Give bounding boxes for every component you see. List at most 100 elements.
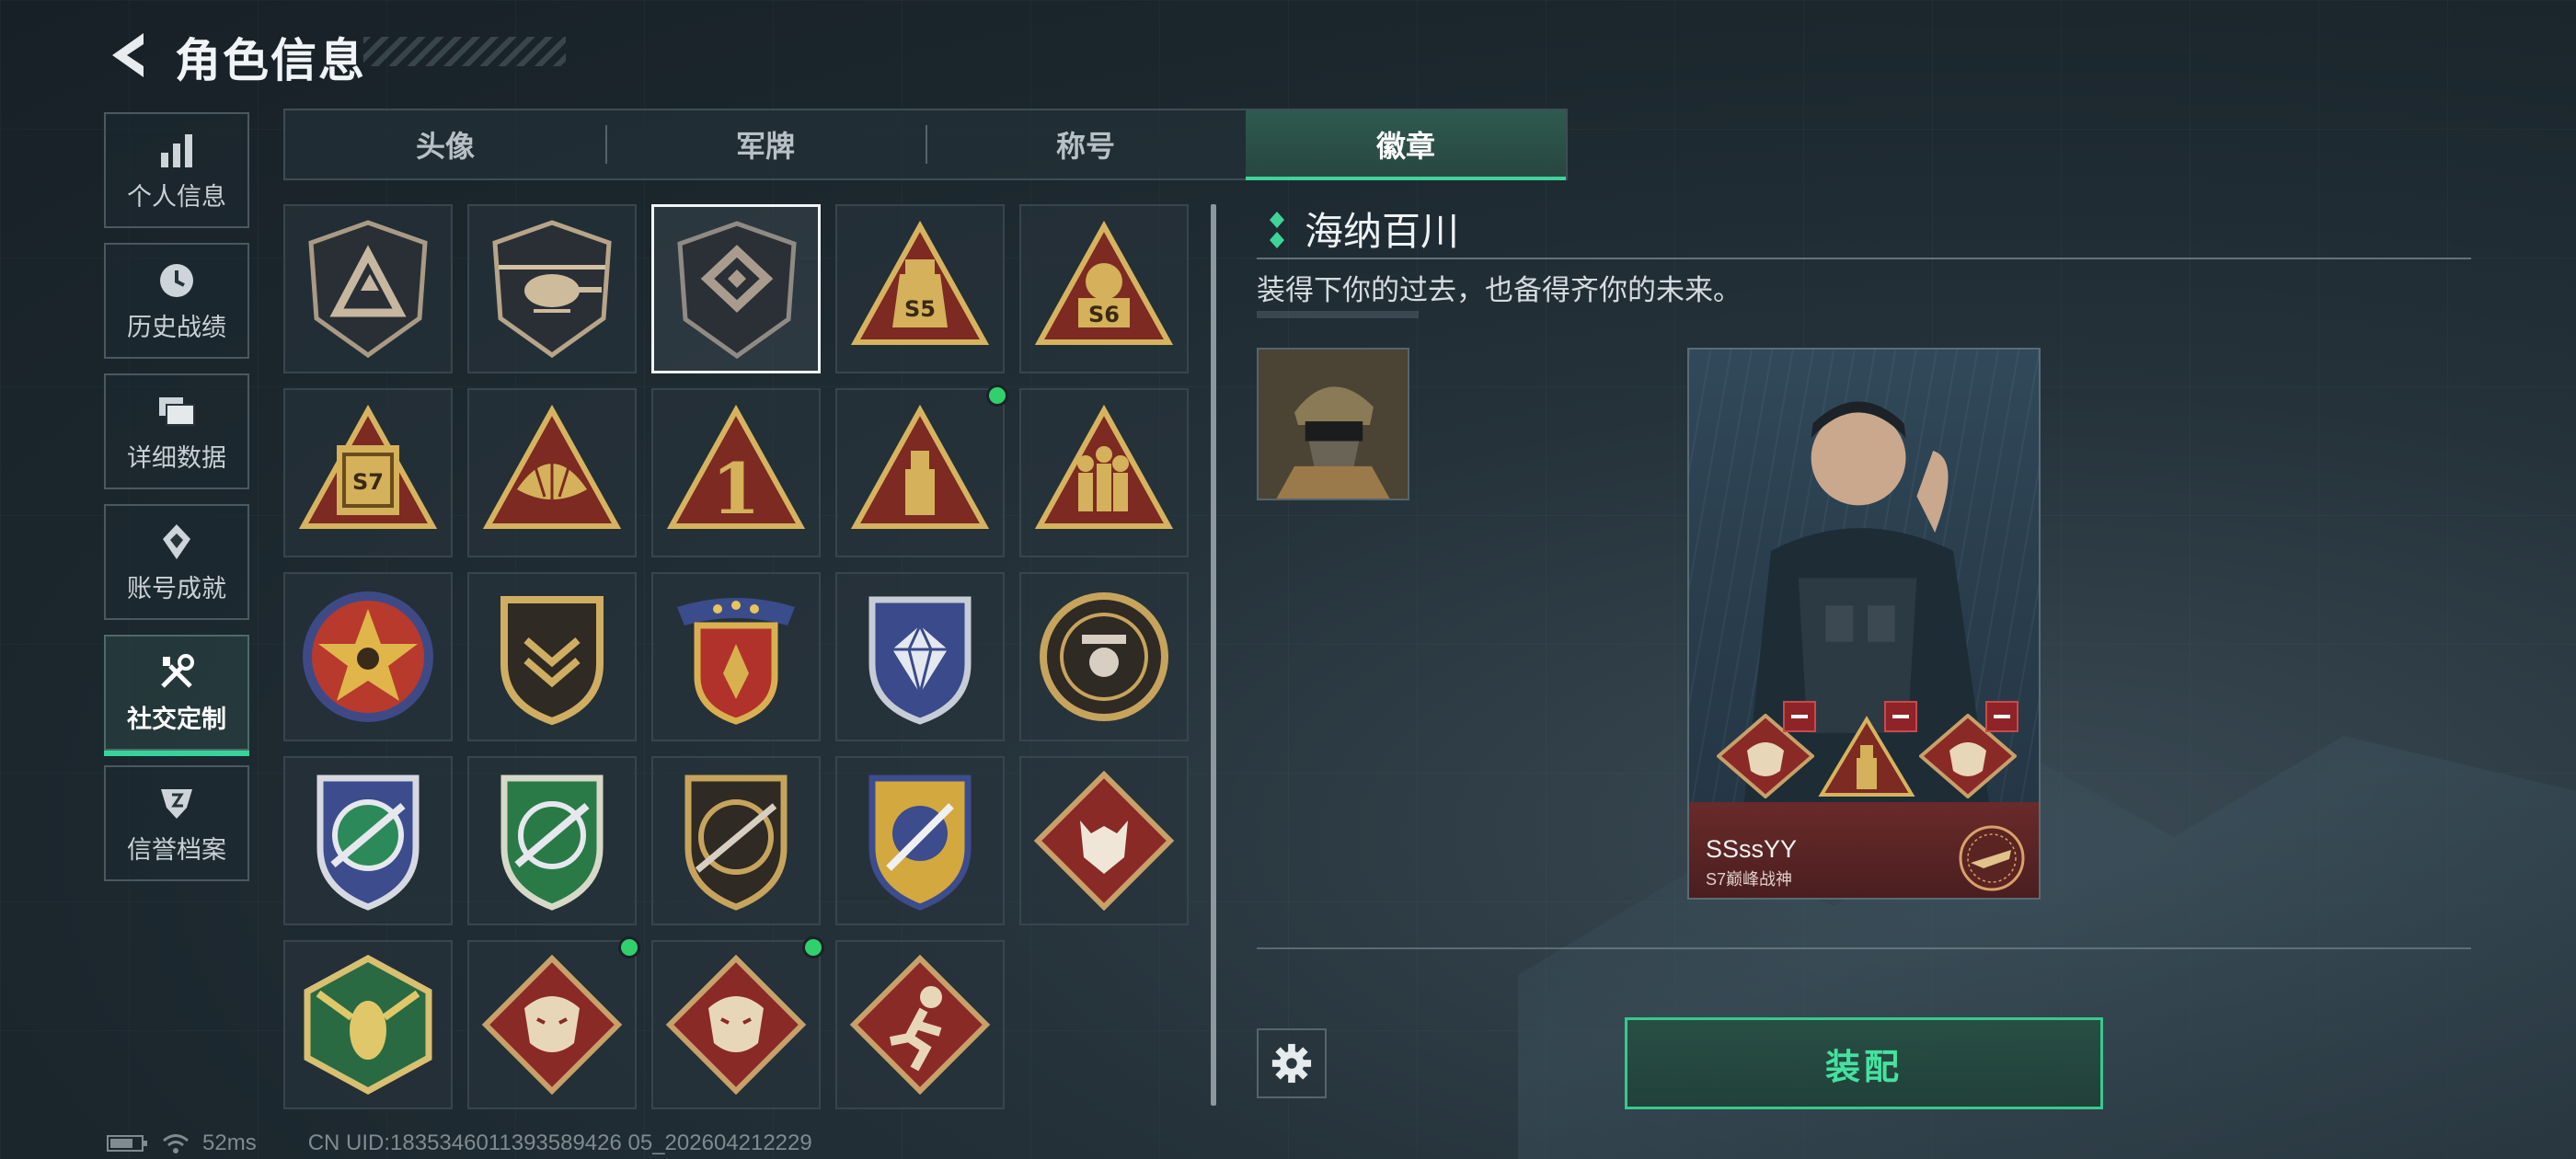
badge-cell[interactable]: S5 — [835, 204, 1005, 373]
status-bar: 52ms CN UID:1835346011393589426 05_20260… — [107, 1130, 812, 1157]
dragon-badge-icon — [665, 954, 807, 1096]
sidebar-item-label: 历史战绩 — [127, 313, 226, 341]
sidebar-item-social[interactable]: 社交定制 — [104, 635, 249, 756]
equipped-badge-slot-2[interactable] — [1818, 701, 1917, 798]
divider — [1257, 258, 2471, 259]
page-title: 角色信息 — [175, 35, 366, 86]
title-decoration — [363, 37, 566, 66]
back-button[interactable] — [101, 28, 156, 83]
dragon-badge-icon — [481, 954, 623, 1096]
badge-cell[interactable] — [283, 756, 453, 925]
bar-chart-icon — [161, 133, 192, 167]
badge-cell[interactable] — [283, 572, 453, 741]
description-subline — [1257, 311, 1419, 318]
badge-cell[interactable] — [651, 756, 821, 925]
badge-cell[interactable] — [835, 572, 1005, 741]
badge-cell[interactable] — [1019, 572, 1189, 741]
soldier-portrait-icon — [1259, 350, 1408, 499]
wolf-badge-icon — [1033, 770, 1175, 912]
crest-stars-badge-icon — [677, 598, 795, 725]
tab-avatar[interactable]: 头像 — [285, 110, 605, 178]
badge-cell[interactable]: S6 — [1019, 204, 1189, 373]
badge-cell[interactable] — [467, 388, 637, 557]
hornet-badge-icon — [304, 955, 432, 1095]
sidebar-item-label: 详细数据 — [127, 443, 226, 472]
sidebar-item-label: 账号成就 — [127, 574, 226, 602]
helicopter-badge-icon — [492, 220, 612, 359]
remove-badge-button[interactable] — [1985, 701, 2018, 732]
sidebar-item-label: 个人信息 — [127, 182, 226, 211]
shield-crest-icon — [161, 788, 192, 819]
badge-description: 装得下你的过去，也备得齐你的未来。 — [1257, 274, 1742, 306]
s6-badge-icon: S6 — [1034, 220, 1174, 345]
star-skull-badge-icon — [303, 591, 433, 722]
folder-icon — [159, 396, 195, 426]
arrow-left-icon — [112, 33, 144, 77]
sidebar-item-history[interactable]: 历史战绩 — [104, 243, 249, 359]
tab-bar: 头像 军牌 称号 徽章 — [283, 109, 1568, 180]
tab-title[interactable]: 称号 — [926, 110, 1246, 178]
achievement-icon — [163, 523, 190, 559]
sidebar-item-label: 社交定制 — [127, 705, 226, 733]
sidebar-item-details[interactable]: 详细数据 — [104, 373, 249, 489]
badge-grid: S5 S6 S7 1 — [283, 204, 1203, 1110]
badge-text: 1 — [712, 448, 761, 530]
remove-badge-button[interactable] — [1783, 701, 1816, 732]
s5-badge-icon: S5 — [850, 220, 990, 345]
player-avatar[interactable] — [1257, 348, 1409, 500]
badge-cell[interactable] — [835, 384, 1008, 557]
equipped-badge-slot-3[interactable] — [1917, 701, 2018, 799]
shell-badge-icon — [482, 404, 622, 529]
badge-cell[interactable] — [651, 936, 824, 1109]
triangle-a-badge-icon — [308, 220, 428, 359]
equipped-badge-slot-1[interactable] — [1715, 701, 1816, 799]
settings-button[interactable] — [1257, 1028, 1327, 1098]
number-one-badge-icon: 1 — [666, 404, 806, 530]
usb-badge-icon — [850, 404, 990, 529]
badge-cell-selected[interactable] — [651, 204, 821, 373]
badge-cell[interactable] — [835, 940, 1005, 1109]
sidebar-item-credit[interactable]: 信誉档案 — [104, 765, 249, 881]
grid-scrollbar[interactable] — [1211, 204, 1216, 1106]
badge-cell[interactable]: 1 — [651, 388, 821, 557]
player-showcase-card: SSssYY S7巅峰战神 — [1687, 348, 2041, 900]
badge-title: 海纳百川 — [1305, 210, 1460, 253]
new-indicator-dot — [986, 384, 1008, 407]
badge-cell[interactable] — [1019, 756, 1189, 925]
tab-badge[interactable]: 徽章 — [1246, 110, 1566, 180]
equip-button[interactable]: 装配 — [1625, 1017, 2103, 1109]
sidebar-item-achievements[interactable]: 账号成就 — [104, 504, 249, 620]
badge-cell[interactable] — [283, 204, 453, 373]
badge-cell[interactable] — [467, 756, 637, 925]
badge-cell[interactable] — [283, 940, 453, 1109]
badge-cell[interactable]: S7 — [283, 388, 453, 557]
badge-cell[interactable] — [467, 936, 640, 1109]
rifle-round-badge-icon — [684, 775, 788, 911]
diamond-emblem-badge-icon — [677, 221, 797, 360]
tab-dogtag[interactable]: 军牌 — [605, 110, 926, 178]
sidebar-item-profile[interactable]: 个人信息 — [104, 112, 249, 228]
badge-text: S7 — [352, 469, 384, 495]
player-name: SSssYY — [1706, 835, 1798, 863]
badge-cell[interactable] — [467, 204, 637, 373]
badge-cell[interactable] — [1019, 388, 1189, 557]
badge-cell[interactable] — [835, 756, 1005, 925]
soldiers-badge-icon — [1034, 404, 1174, 529]
ping-value: 52ms — [202, 1130, 257, 1155]
new-indicator-dot — [802, 936, 824, 958]
player-uid: CN UID:1835346011393589426 05_2026042122… — [307, 1130, 812, 1155]
chevron-shield-badge-icon — [500, 596, 604, 726]
badge-cell[interactable] — [651, 572, 821, 741]
remove-badge-button[interactable] — [1884, 701, 1917, 732]
wrench-tools-icon — [161, 653, 194, 688]
new-indicator-dot — [618, 936, 640, 958]
s7-badge-icon: S7 — [298, 404, 438, 529]
gem-shield-badge-icon — [868, 596, 972, 725]
badge-text: S6 — [1088, 302, 1120, 327]
diamond-marker-icon — [1270, 212, 1284, 248]
sidebar-item-label: 信誉档案 — [127, 835, 226, 864]
agent-badge-icon — [1040, 592, 1168, 721]
badge-cell[interactable] — [467, 572, 637, 741]
runner-badge-icon — [849, 954, 991, 1096]
sniper-green-badge-icon — [500, 775, 604, 911]
